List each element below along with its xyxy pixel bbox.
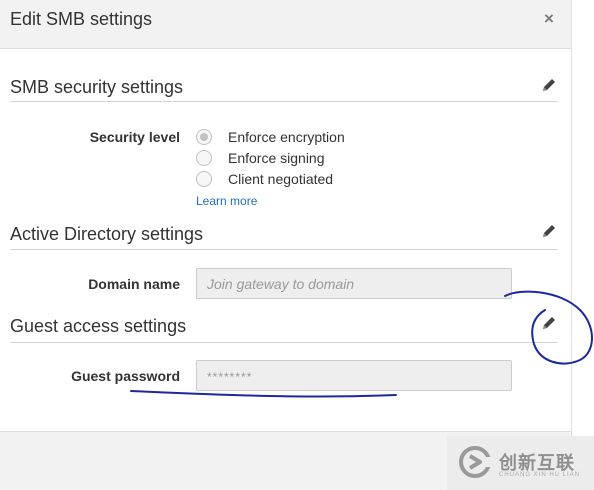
- radio-label: Client negotiated: [228, 171, 334, 187]
- pencil-icon[interactable]: [541, 77, 557, 93]
- edit-smb-settings-dialog: Edit SMB settings × SMB security setting…: [0, 0, 572, 490]
- radio-label: Enforce encryption: [228, 129, 345, 145]
- brand-logo-icon: [459, 446, 492, 478]
- watermark: 创新互联 CHUANG XIN HU LIAN: [447, 436, 594, 490]
- watermark-subtext: CHUANG XIN HU LIAN: [499, 472, 581, 478]
- section-divider: [10, 101, 558, 102]
- security-level-label: Security level: [89, 129, 180, 145]
- radio-button[interactable]: [196, 150, 212, 166]
- pencil-icon[interactable]: [541, 223, 557, 239]
- section-divider: [10, 249, 558, 250]
- domain-name-label: Domain name: [88, 276, 180, 292]
- domain-name-input[interactable]: [196, 268, 512, 299]
- page: Edit SMB settings × SMB security setting…: [0, 0, 594, 490]
- pencil-icon[interactable]: [541, 315, 557, 331]
- dialog-header: Edit SMB settings ×: [0, 0, 571, 49]
- guest-password-label: Guest password: [71, 368, 180, 384]
- section-divider: [10, 342, 558, 343]
- smb-security-section-title: SMB security settings: [10, 77, 184, 97]
- radio-button[interactable]: [196, 171, 212, 187]
- radio-button-selected[interactable]: [196, 129, 212, 145]
- active-directory-section-title: Active Directory settings: [10, 224, 204, 244]
- learn-more-link[interactable]: Learn more: [196, 194, 257, 208]
- dialog-title: Edit SMB settings: [10, 9, 153, 29]
- radio-label: Enforce signing: [228, 150, 325, 166]
- guest-access-section-title: Guest access settings: [10, 316, 187, 336]
- guest-password-input[interactable]: [196, 360, 512, 391]
- close-icon[interactable]: ×: [544, 10, 554, 28]
